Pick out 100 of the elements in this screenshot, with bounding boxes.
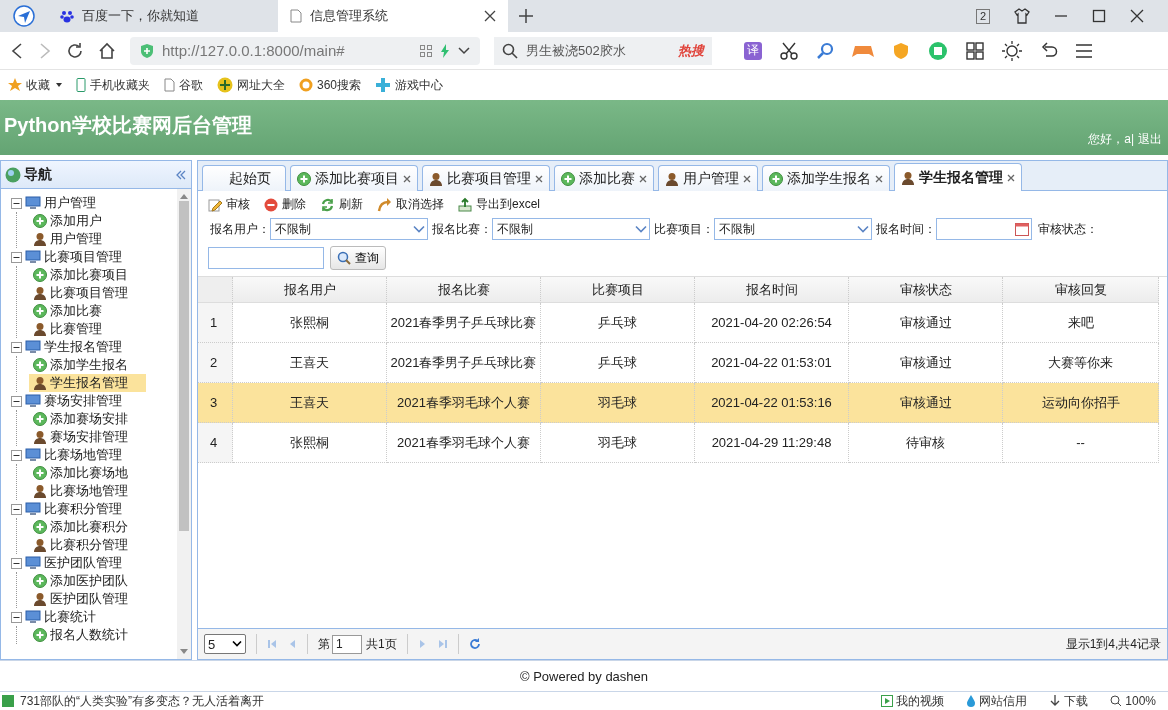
close-icon[interactable] (484, 10, 496, 22)
status-item[interactable]: 下载 (1049, 692, 1089, 710)
column-header[interactable]: 审核回复 (1003, 277, 1159, 303)
close-icon[interactable] (1130, 9, 1144, 23)
refresh-icon[interactable] (468, 638, 481, 650)
nav-group-label[interactable]: 用户管理 (44, 194, 96, 212)
column-header[interactable]: 报名时间 (695, 277, 849, 303)
news-headline[interactable]: 731部队的“人类实验”有多变态？无人活着离开 (20, 692, 264, 710)
grid-icon[interactable] (966, 41, 984, 60)
qr-code-icon[interactable] (420, 44, 432, 57)
toolbar-button[interactable]: 审核 (208, 196, 250, 213)
bookmark-link[interactable]: 游戏中心 (375, 76, 444, 94)
collapse-left-icon[interactable] (175, 168, 187, 181)
home-icon[interactable] (98, 41, 116, 60)
back-icon[interactable] (10, 42, 24, 59)
status-item[interactable]: 网站信用 (966, 692, 1028, 710)
nav-item[interactable]: 添加医护团队 (29, 572, 146, 590)
tab[interactable]: 学生报名管理 (894, 163, 1022, 191)
status-item[interactable]: 100% (1110, 694, 1156, 708)
close-icon[interactable] (1007, 173, 1015, 182)
reload-icon[interactable] (66, 41, 84, 60)
collapse-icon[interactable] (11, 557, 22, 569)
scroll-up-icon[interactable] (180, 193, 188, 199)
nav-item[interactable]: 添加学生报名 (29, 356, 146, 374)
collapse-icon[interactable] (11, 341, 22, 353)
nav-item[interactable]: 比赛场地管理 (29, 482, 146, 500)
toolbar-button[interactable]: 取消选择 (377, 196, 444, 213)
nav-group-label[interactable]: 比赛统计 (44, 608, 96, 626)
close-icon[interactable] (639, 174, 647, 183)
collapse-icon[interactable] (11, 503, 22, 515)
page-number-field[interactable]: 1 (332, 634, 362, 654)
nav-item[interactable]: 添加比赛场地 (29, 464, 146, 482)
browser-tab[interactable]: 信息管理系统 (278, 0, 508, 32)
new-tab-icon[interactable] (518, 8, 534, 24)
bookmark-link[interactable]: 收藏 (8, 76, 50, 94)
scissors-icon[interactable] (780, 41, 798, 60)
bookmark-link[interactable]: 网址大全 (217, 76, 285, 94)
nav-item[interactable]: 添加用户 (29, 212, 146, 230)
filter-dropdown[interactable]: 不限制 (270, 218, 428, 240)
nav-item[interactable]: 医护团队管理 (29, 590, 146, 608)
nav-group-label[interactable]: 比赛积分管理 (44, 500, 122, 518)
scroll-down-icon[interactable] (180, 649, 188, 655)
collapse-icon[interactable] (11, 197, 22, 209)
menu-icon[interactable] (1076, 43, 1092, 58)
toolbar-button[interactable]: 删除 (264, 196, 306, 213)
nav-item[interactable]: 添加赛场安排 (29, 410, 146, 428)
nav-group-label[interactable]: 医护团队管理 (44, 554, 122, 572)
undo-icon[interactable] (1040, 41, 1058, 60)
bookmark-link[interactable]: 手机收藏夹 (76, 76, 150, 94)
nav-group-label[interactable]: 学生报名管理 (44, 338, 122, 356)
tab[interactable]: 添加学生报名 (762, 165, 890, 191)
nav-item[interactable]: 比赛积分管理 (29, 536, 146, 554)
nav-group-label[interactable]: 赛场安排管理 (44, 392, 122, 410)
browser-tab[interactable]: 百度一下，你就知道 (48, 0, 278, 32)
query-button[interactable]: 查询 (330, 246, 386, 270)
calendar-icon[interactable] (1015, 222, 1029, 236)
nav-item[interactable]: 添加比赛积分 (29, 518, 146, 536)
collapse-icon[interactable] (11, 251, 22, 263)
nav-group-label[interactable]: 比赛项目管理 (44, 248, 122, 266)
input-field[interactable] (208, 247, 324, 269)
close-icon[interactable] (743, 174, 751, 183)
close-icon[interactable] (403, 174, 411, 183)
close-icon[interactable] (875, 174, 883, 183)
nav-item[interactable]: 比赛管理 (29, 320, 146, 338)
address-field[interactable]: http://127.0.0.1:8000/main# (130, 36, 480, 65)
tab[interactable]: 比赛项目管理 (422, 165, 550, 191)
bookmark-link[interactable]: 谷歌 (164, 76, 203, 94)
magnifier-icon[interactable] (816, 41, 834, 60)
search-field[interactable]: 男生被浇502胶水 热搜 (494, 36, 712, 65)
column-header[interactable]: 审核状态 (849, 277, 1003, 303)
tab[interactable]: 添加比赛项目 (290, 165, 418, 191)
toolbar-button[interactable]: 刷新 (320, 196, 363, 213)
dropdown-caret-icon[interactable] (458, 46, 470, 55)
translate-button[interactable]: 译 (744, 41, 762, 60)
tab[interactable]: 用户管理 (658, 165, 758, 191)
bookmark-link[interactable]: 360搜索 (299, 76, 362, 94)
toolbar-button[interactable]: 导出到excel (458, 196, 540, 213)
maximize-icon[interactable] (1092, 9, 1106, 23)
dropdown-caret-icon[interactable] (56, 83, 62, 87)
nav-group-label[interactable]: 比赛场地管理 (44, 446, 122, 464)
filter-dropdown[interactable]: 不限制 (714, 218, 872, 240)
page-size-select[interactable]: 5 (204, 634, 246, 654)
nav-item[interactable]: 用户管理 (29, 230, 146, 248)
tab[interactable]: 起始页 (202, 165, 286, 191)
collapse-icon[interactable] (11, 395, 22, 407)
shirt-icon[interactable] (1014, 8, 1030, 24)
column-header[interactable]: 报名比赛 (387, 277, 541, 303)
nav-item[interactable]: 学生报名管理 (29, 374, 146, 392)
nav-item[interactable]: 报名人数统计 (29, 626, 146, 644)
nav-item[interactable]: 赛场安排管理 (29, 428, 146, 446)
column-header[interactable]: 报名用户 (233, 277, 387, 303)
nav-item[interactable]: 添加比赛 (29, 302, 146, 320)
nav-item[interactable]: 添加比赛项目 (29, 266, 146, 284)
column-header[interactable]: 比赛项目 (541, 277, 695, 303)
collapse-icon[interactable] (11, 449, 22, 461)
status-item[interactable]: 我的视频 (881, 692, 945, 710)
sun-icon[interactable] (1002, 40, 1022, 61)
date-field[interactable] (936, 218, 1032, 240)
collapse-icon[interactable] (11, 611, 22, 623)
close-icon[interactable] (535, 174, 543, 183)
